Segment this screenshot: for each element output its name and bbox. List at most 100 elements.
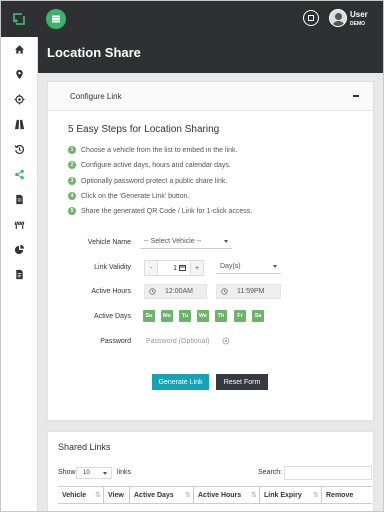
step-number: 3 xyxy=(68,177,76,185)
generate-link-button[interactable]: Generate Link xyxy=(152,374,209,390)
search-input[interactable] xyxy=(284,466,372,480)
pie-chart-icon xyxy=(14,244,25,255)
column-link-expiry[interactable]: Link Expiry ⇅ xyxy=(260,487,322,503)
app-frame: User DEMO Location Share Configure Link … xyxy=(0,0,384,512)
sidebar xyxy=(1,37,38,511)
avatar[interactable] xyxy=(329,9,347,27)
step-number: 1 xyxy=(68,146,76,154)
start-time-input[interactable]: 12:00AM xyxy=(144,284,207,299)
sidebar-item-share[interactable] xyxy=(11,166,28,183)
page-size-select[interactable]: 10 xyxy=(76,467,112,479)
crosshair-icon xyxy=(14,94,25,105)
step-text: Optionally password protect a public sha… xyxy=(81,177,228,185)
day-toggle-friday[interactable]: Fr xyxy=(234,310,246,322)
column-label: Remove xyxy=(326,491,354,499)
report-icon xyxy=(16,269,23,280)
validity-label: Link Validity xyxy=(94,264,131,271)
top-bar: User DEMO xyxy=(1,1,383,37)
vehicle-select[interactable]: -- Select Vehicle -- xyxy=(140,235,232,249)
column-label: Link Expiry xyxy=(264,491,302,499)
hamburger-icon xyxy=(52,18,60,20)
chevron-down-icon xyxy=(103,472,107,475)
sidebar-item-routes[interactable] xyxy=(11,116,28,133)
clock-icon xyxy=(220,288,228,295)
day-toggle-tuesday[interactable]: Tu xyxy=(179,310,191,322)
column-view[interactable]: View xyxy=(104,487,130,503)
validity-unit-select[interactable]: Day(s) xyxy=(216,260,281,274)
menu-toggle-button[interactable] xyxy=(46,9,66,29)
sort-icon: ⇅ xyxy=(313,492,319,499)
map-pin-icon xyxy=(16,69,23,80)
shared-links-card: Shared Links Show 10 links Search: Vehic… xyxy=(47,431,374,511)
collapse-icon[interactable] xyxy=(353,95,359,97)
card-title: Configure Link xyxy=(70,92,122,101)
password-label: Password xyxy=(100,338,131,345)
expand-icon xyxy=(308,15,314,21)
chevron-down-icon xyxy=(224,240,228,243)
validity-input[interactable]: 1 xyxy=(158,260,190,276)
fullscreen-button[interactable] xyxy=(303,10,319,26)
day-toggle-monday[interactable]: Mo xyxy=(161,310,173,322)
calendar-icon xyxy=(179,265,186,271)
user-role: DEMO xyxy=(350,21,365,27)
card-header[interactable]: Configure Link xyxy=(48,82,373,111)
shared-links-title: Shared Links xyxy=(58,442,111,452)
step-number: 4 xyxy=(68,192,76,200)
increment-button[interactable]: + xyxy=(190,260,204,276)
step-item: 5 Share the generated QR Code / Link for … xyxy=(68,206,252,216)
sort-icon: ⇅ xyxy=(185,492,191,499)
show-label: Show xyxy=(58,469,76,476)
column-label: Vehicle xyxy=(62,491,87,499)
entries-label: links xyxy=(117,469,132,476)
column-active-days[interactable]: Active Days ⇅ xyxy=(130,487,194,503)
sidebar-item-reports[interactable] xyxy=(11,266,28,283)
step-text: Choose a vehicle from the list to embed … xyxy=(81,146,238,154)
validity-stepper: - 1 + xyxy=(144,260,204,276)
step-text: Share the generated QR Code / Link for 1… xyxy=(81,207,253,215)
sidebar-item-location[interactable] xyxy=(11,66,28,83)
logo-icon[interactable] xyxy=(10,10,28,28)
column-label: Active Hours xyxy=(198,491,242,499)
column-vehicle[interactable]: Vehicle ⇅ xyxy=(58,487,104,503)
column-remove[interactable]: Remove xyxy=(322,487,372,503)
sort-icon: ⇅ xyxy=(251,492,257,499)
step-item: 1 Choose a vehicle from the list to embed… xyxy=(68,145,237,155)
barrier-icon xyxy=(14,221,25,230)
sidebar-item-analytics[interactable] xyxy=(11,241,28,258)
column-label: Active Days xyxy=(134,491,174,499)
document-icon xyxy=(16,194,23,205)
days-label: Active Days xyxy=(94,313,131,320)
step-number: 2 xyxy=(68,161,76,169)
step-text: Configure active days, hours and calenda… xyxy=(81,161,231,169)
password-input[interactable]: Password (Optional) xyxy=(146,334,226,348)
sidebar-item-history[interactable] xyxy=(11,141,28,158)
end-time-value: 11:59PM xyxy=(237,288,265,295)
eye-icon[interactable] xyxy=(222,337,230,345)
step-text: Click on the 'Generate Link' button. xyxy=(81,192,190,200)
column-active-hours[interactable]: Active Hours ⇅ xyxy=(194,487,260,503)
vehicle-label: Vehicle Name xyxy=(87,239,131,246)
step-number: 5 xyxy=(68,207,76,215)
end-time-input[interactable]: 11:59PM xyxy=(216,284,281,299)
day-toggle-wednesday[interactable]: We xyxy=(197,310,209,322)
day-toggle-saturday[interactable]: Sa xyxy=(252,310,264,322)
hours-label: Active Hours xyxy=(91,288,131,295)
sidebar-item-tracking[interactable] xyxy=(11,91,28,108)
chevron-down-icon xyxy=(273,265,277,268)
step-item: 4 Click on the 'Generate Link' button. xyxy=(68,191,190,201)
day-toggle-thursday[interactable]: Th xyxy=(215,310,227,322)
sidebar-item-geofence[interactable] xyxy=(11,216,28,233)
road-icon xyxy=(14,119,25,130)
steps-title: 5 Easy Steps for Location Sharing xyxy=(68,124,220,135)
day-toggle-sunday[interactable]: Su xyxy=(143,310,155,322)
step-item: 3 Optionally password protect a public sh… xyxy=(68,176,227,186)
sidebar-item-home[interactable] xyxy=(11,41,28,58)
reset-form-button[interactable]: Reset Form xyxy=(216,374,268,390)
validity-value: 1 xyxy=(173,264,177,272)
user-name[interactable]: User xyxy=(350,10,368,19)
decrement-button[interactable]: - xyxy=(144,260,158,276)
sort-icon: ⇅ xyxy=(95,492,101,499)
step-item: 2 Configure active days, hours and calend… xyxy=(68,160,231,170)
vehicle-select-value: -- Select Vehicle -- xyxy=(144,238,202,245)
sidebar-item-documents[interactable] xyxy=(11,191,28,208)
